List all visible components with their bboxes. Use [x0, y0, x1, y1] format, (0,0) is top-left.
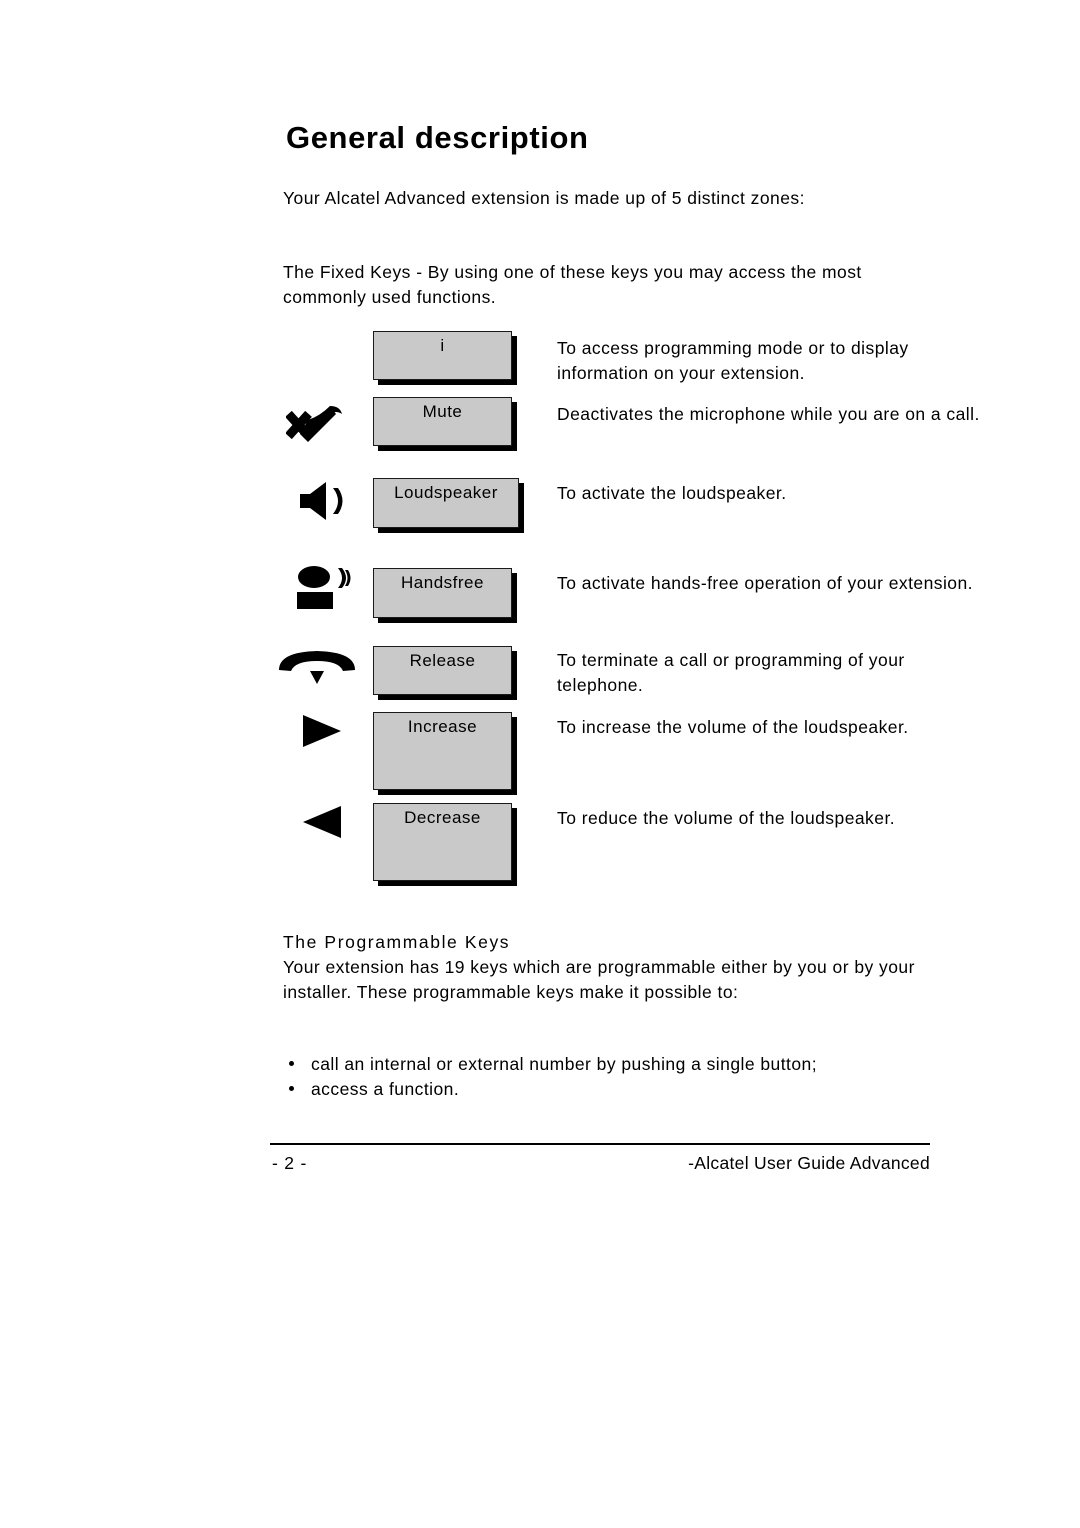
programmable-keys-bullet-list: call an internal or external number by p… [283, 1052, 923, 1102]
intro-paragraph: Your Alcatel Advanced extension is made … [283, 188, 805, 208]
list-item: access a function. [283, 1077, 923, 1102]
bullet-dot-icon [289, 1061, 294, 1066]
handsfree-person-icon [292, 564, 354, 612]
key-button-i[interactable]: i [373, 331, 512, 380]
key-description: To activate the loudspeaker. [557, 483, 787, 503]
page-title: General description [286, 120, 589, 155]
key-button-label: Increase [407, 717, 478, 736]
footer-divider [270, 1143, 930, 1145]
list-item: call an internal or external number by p… [283, 1052, 923, 1077]
mute-crossed-handset-icon [286, 396, 348, 452]
key-button-release[interactable]: Release [373, 646, 512, 695]
key-button-increase[interactable]: Increase [373, 712, 512, 790]
programmable-keys-heading: The Programmable Keys [283, 932, 511, 952]
fixed-keys-paragraph: The Fixed Keys - By using one of these k… [283, 262, 862, 307]
programmable-keys-body: Your extension has 19 keys which are pro… [283, 957, 915, 1002]
key-button-loudspeaker[interactable]: Loudspeaker [373, 478, 519, 528]
triangle-right-icon [299, 712, 345, 750]
list-item-label: access a function. [311, 1079, 460, 1099]
loudspeaker-icon [297, 480, 353, 522]
document-page: General description Your Alcatel Advance… [0, 0, 1080, 1528]
key-button-decrease[interactable]: Decrease [373, 803, 512, 881]
footer-page-number: - 2 - [272, 1153, 308, 1173]
key-button-handsfree[interactable]: Handsfree [373, 568, 512, 618]
key-button-mute[interactable]: Mute [373, 397, 512, 446]
key-description: To reduce the volume of the loudspeaker. [557, 808, 896, 828]
key-description: To activate hands-free operation of your… [557, 573, 973, 593]
key-button-label: Mute [422, 402, 463, 421]
key-button-label: Handsfree [401, 573, 484, 592]
key-button-label: Decrease [404, 808, 481, 827]
key-button-label: Loudspeaker [394, 483, 498, 502]
list-item-label: call an internal or external number by p… [311, 1054, 818, 1074]
triangle-left-icon [299, 803, 345, 841]
key-description: To terminate a call or programming of yo… [557, 650, 905, 695]
key-button-label: Release [409, 651, 476, 670]
key-description: Deactivates the microphone while you are… [557, 404, 980, 424]
footer-guide-title: -Alcatel User Guide Advanced [688, 1153, 930, 1173]
key-description: To increase the volume of the loudspeake… [557, 717, 909, 737]
bullet-dot-icon [289, 1086, 294, 1091]
key-description: To access programming mode or to display… [557, 338, 909, 383]
release-handset-icon [277, 646, 359, 688]
key-button-label: i [440, 336, 445, 355]
